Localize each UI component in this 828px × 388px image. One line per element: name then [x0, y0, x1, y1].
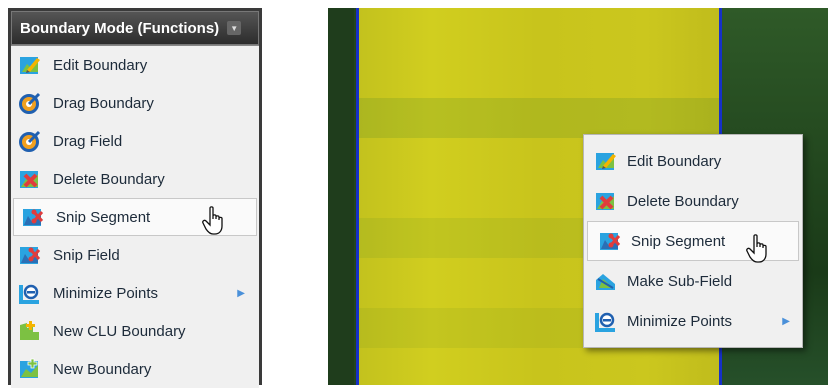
menu-item-new-boundary[interactable]: New Boundary: [11, 350, 259, 388]
menu-item-new-clu-boundary[interactable]: New CLU Boundary: [11, 312, 259, 350]
menu-item-edit-boundary[interactable]: Edit Boundary: [11, 46, 259, 84]
boundary-mode-header[interactable]: Boundary Mode (Functions) ▼: [11, 11, 259, 45]
new-boundary-icon: [19, 358, 41, 380]
new-clu-boundary-icon: [19, 320, 41, 342]
minimize-points-icon: [595, 310, 617, 332]
menu-item-label: Delete Boundary: [627, 192, 739, 210]
boundary-mode-dropdown: Boundary Mode (Functions) ▼ Edit Boundar…: [8, 8, 262, 388]
menu-item-label: Make Sub-Field: [627, 272, 733, 290]
menu-item-label: Snip Segment: [56, 208, 151, 226]
minimize-points-icon: [19, 282, 41, 304]
menu-item-label: Edit Boundary: [53, 56, 148, 74]
submenu-arrow-icon: ▶: [237, 287, 245, 299]
make-sub-field-icon: [595, 270, 617, 292]
snip-field-icon: [19, 244, 41, 266]
edit-boundary-icon: [595, 150, 617, 172]
hand-cursor-icon: [746, 234, 767, 263]
menu-item-label: New Boundary: [53, 360, 152, 378]
menu-item-label: Drag Boundary: [53, 94, 154, 112]
menu-item-minimize-points[interactable]: Minimize Points ▶: [11, 274, 259, 312]
menu-item-label: Edit Boundary: [627, 152, 722, 170]
edit-boundary-icon: [19, 54, 41, 76]
snip-segment-icon: [22, 206, 44, 228]
map-vegetation-left: [328, 8, 354, 385]
delete-boundary-icon: [595, 190, 617, 212]
menu-item-label: Delete Boundary: [53, 170, 165, 188]
menu-item-label: Snip Field: [53, 246, 120, 264]
menu-item-label: Snip Segment: [631, 232, 726, 250]
delete-boundary-icon: [19, 168, 41, 190]
menu-item-delete-boundary[interactable]: Delete Boundary: [11, 160, 259, 198]
menu-item-label: Minimize Points: [53, 284, 159, 302]
context-item-make-sub-field[interactable]: Make Sub-Field: [584, 261, 802, 301]
snip-segment-icon: [599, 230, 621, 252]
field-map[interactable]: Edit Boundary Delete Boundary Snip Segme…: [328, 8, 828, 385]
menu-item-label: Drag Field: [53, 132, 123, 150]
menu-item-snip-field[interactable]: Snip Field: [11, 236, 259, 274]
menu-item-drag-field[interactable]: Drag Field: [11, 122, 259, 160]
drag-boundary-icon: [19, 92, 41, 114]
menu-item-label: New CLU Boundary: [53, 322, 186, 340]
drag-field-icon: [19, 130, 41, 152]
menu-item-drag-boundary[interactable]: Drag Boundary: [11, 84, 259, 122]
chevron-down-icon[interactable]: ▼: [227, 21, 242, 35]
menu-item-label: Minimize Points: [627, 312, 733, 330]
hand-cursor-icon: [202, 206, 223, 235]
context-item-minimize-points[interactable]: Minimize Points ▶: [584, 301, 802, 341]
context-item-edit-boundary[interactable]: Edit Boundary: [584, 141, 802, 181]
submenu-arrow-icon: ▶: [782, 315, 790, 327]
dropdown-title: Boundary Mode (Functions): [20, 19, 220, 37]
context-item-delete-boundary[interactable]: Delete Boundary: [584, 181, 802, 221]
